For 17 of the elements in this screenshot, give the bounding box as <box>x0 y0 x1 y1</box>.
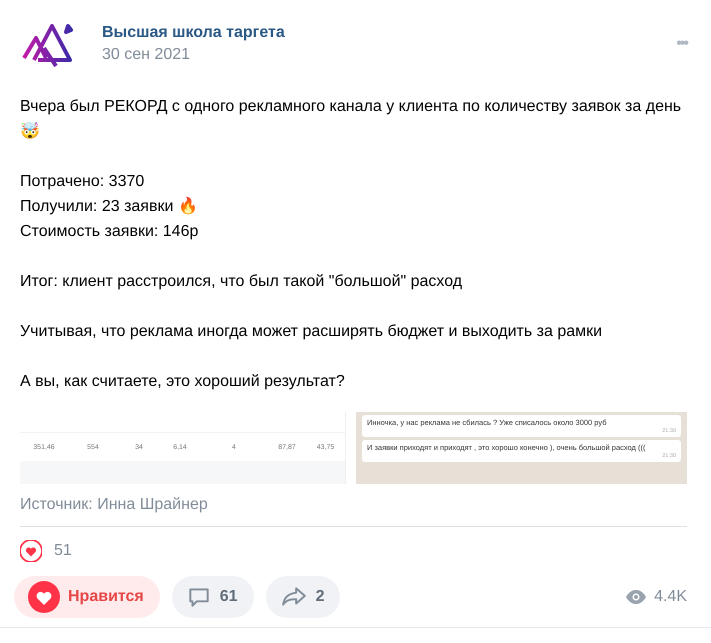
post-text: А вы, как считаете, это хороший результат? <box>20 372 346 392</box>
post-text: Вчера был РЕКОРД с одного рекламного канала у клиента по количеству заявок за день 🤯 <box>20 97 682 142</box>
post-text: Учитывая, что реклама иногда может расширять бюджет и выходить за рамки <box>20 322 604 342</box>
post-text: Потрачено: 3370 <box>20 172 146 192</box>
views-count: 4.4K <box>654 588 687 606</box>
post-text: Стоимость заявки: 146р <box>20 222 200 242</box>
likes-count: 51 <box>54 542 72 560</box>
author-name[interactable]: Высшая школа таргета <box>102 24 650 42</box>
share-button[interactable]: 2 <box>266 576 340 618</box>
eye-icon <box>626 590 646 604</box>
post-text: Получили: 23 заявки 🔥 <box>20 196 199 217</box>
heart-icon <box>20 540 42 562</box>
source-text: Источник: Инна Шрайнер <box>20 496 209 514</box>
post-date: 30 сен 2021 <box>102 46 192 64</box>
post-text: Итог: клиент расстроился, что был такой "большой" расход <box>20 272 464 292</box>
like-button[interactable]: Нравится <box>14 576 160 618</box>
comment-button[interactable]: 61 <box>172 576 254 618</box>
